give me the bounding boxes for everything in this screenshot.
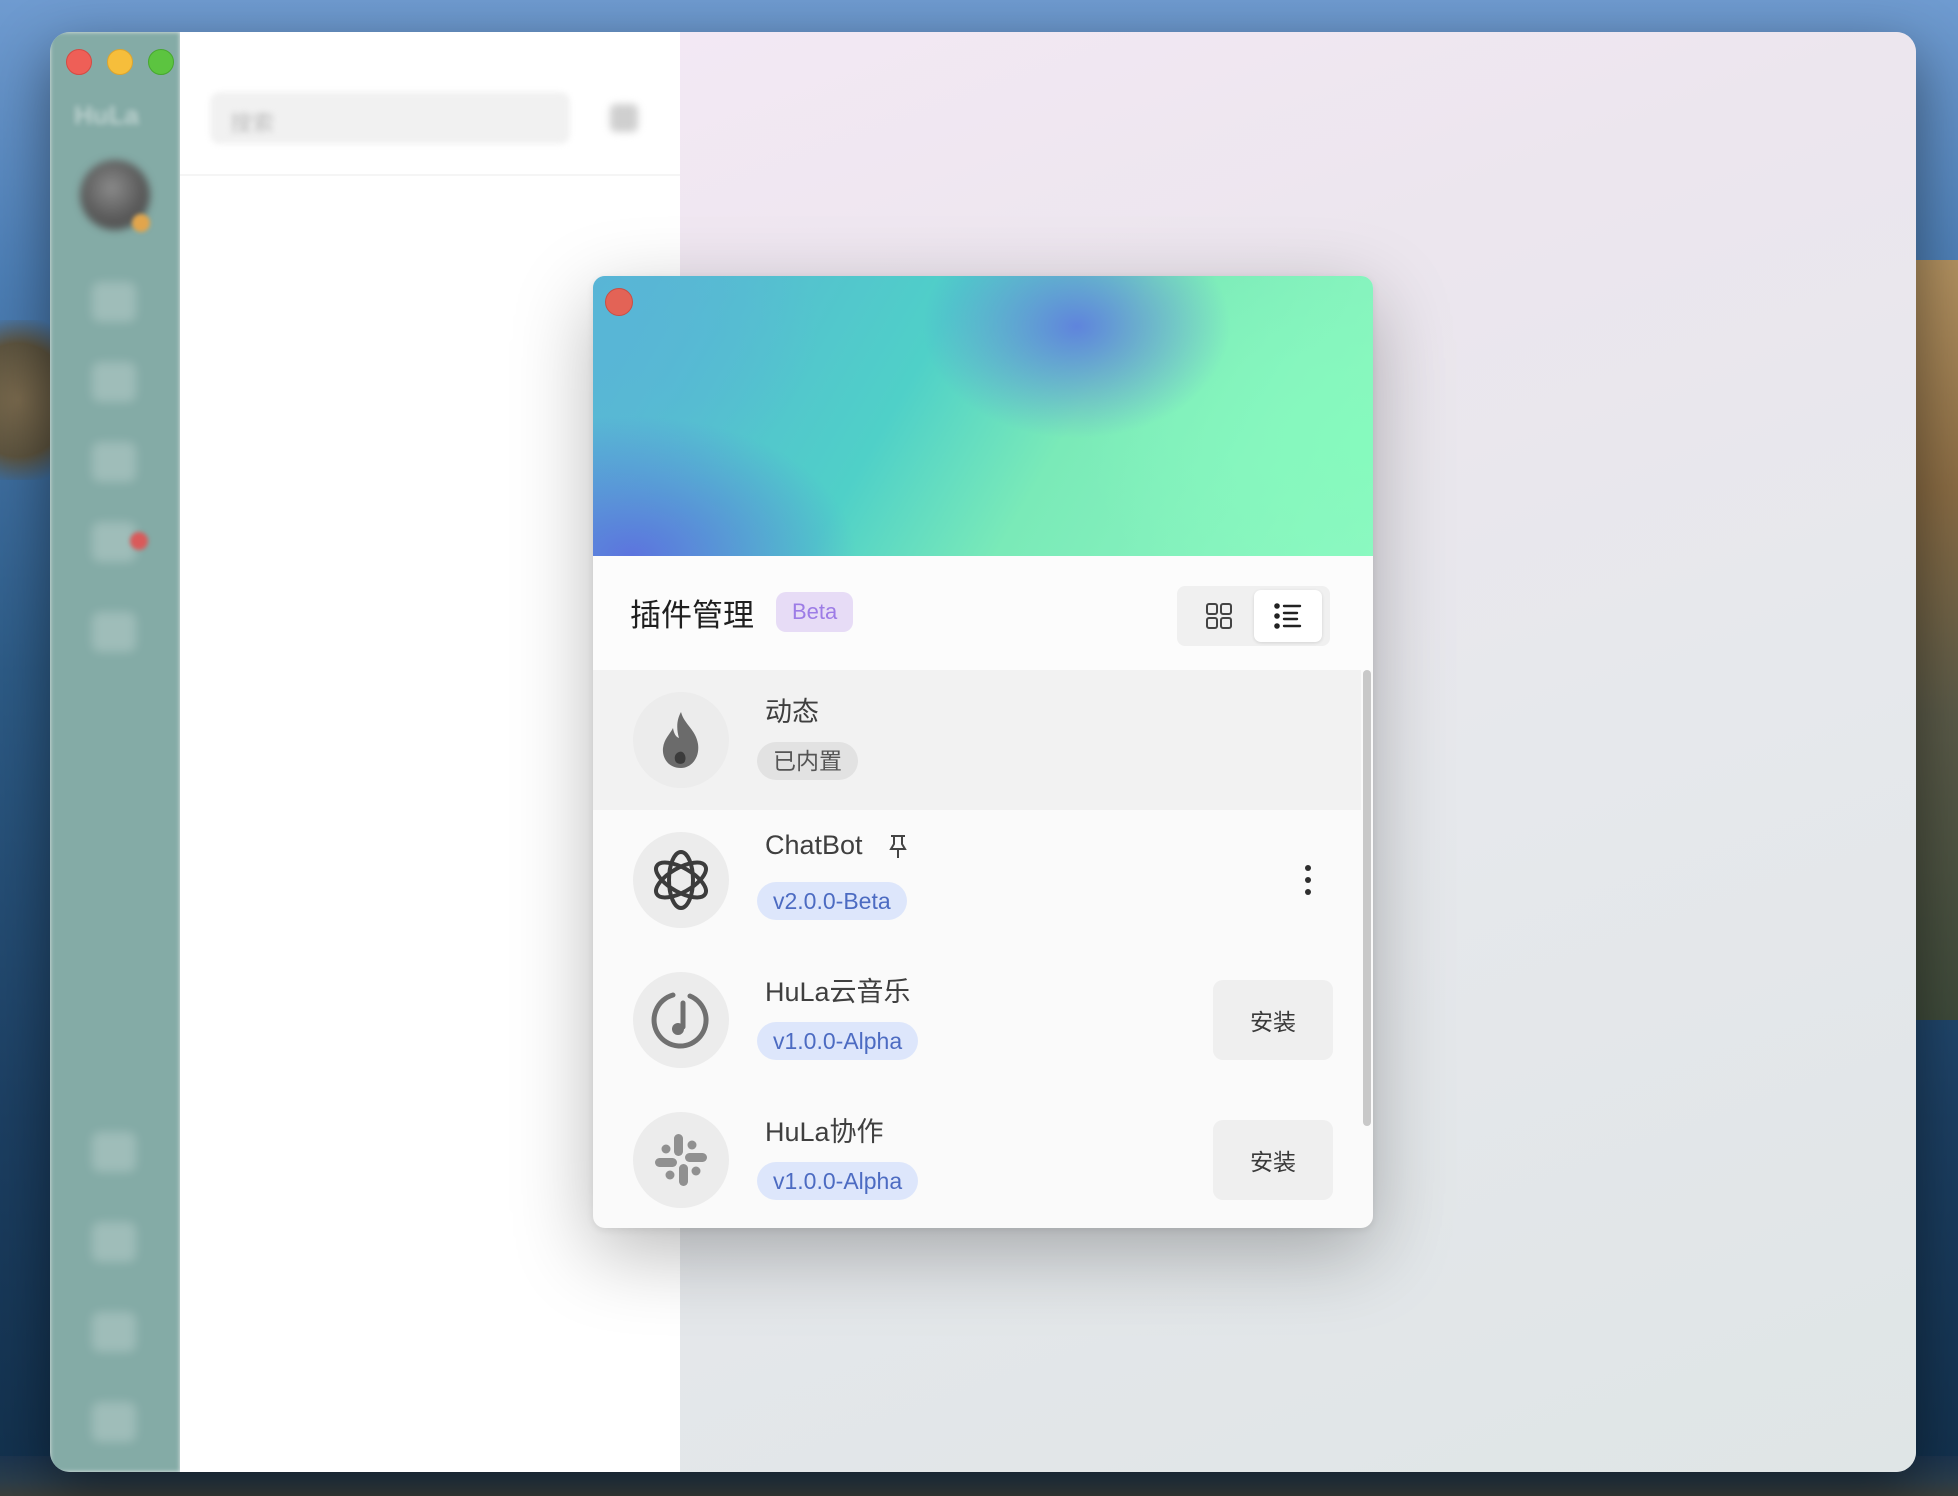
version-tag: v1.0.0-Alpha: [757, 1022, 919, 1060]
sidebar-item-contacts[interactable]: [92, 362, 136, 402]
install-button[interactable]: 安装: [1213, 980, 1333, 1060]
sidebar-app-name: HuLa: [74, 100, 139, 130]
version-tag: v1.0.0-Alpha: [757, 1162, 919, 1200]
modal-header: 插件管理 Beta: [593, 556, 1373, 670]
divider: [180, 174, 680, 176]
plugin-name: 动态: [765, 697, 819, 727]
sidebar-item-share[interactable]: [92, 1132, 136, 1172]
modal-banner: [593, 276, 1373, 556]
plugin-name: HuLa协作: [765, 1117, 884, 1147]
add-button[interactable]: [610, 104, 638, 132]
window-minimize-button[interactable]: [107, 49, 133, 75]
plugin-row-dynamic[interactable]: 动态 已内置: [593, 670, 1361, 810]
pin-icon: [889, 835, 907, 858]
sidebar-item-messages[interactable]: [92, 282, 136, 322]
plugin-name: ChatBot: [765, 830, 863, 860]
window-close-button[interactable]: [66, 49, 92, 75]
modal-title: 插件管理: [630, 598, 754, 633]
music-icon: [633, 972, 729, 1068]
notification-badge: [130, 532, 148, 550]
plugin-list: 动态 已内置 ChatBot v2.0.0-Beta HuLa云音乐 v1.0.…: [593, 670, 1373, 1228]
status-dot: [132, 214, 150, 232]
install-button[interactable]: 安装: [1213, 1120, 1333, 1200]
plugin-manager-modal: 插件管理 Beta 动态 已内置 ChatBot v2.0.0-Beta HuL…: [593, 276, 1373, 1228]
plugin-row-music[interactable]: HuLa云音乐 v1.0.0-Alpha 安装: [593, 950, 1361, 1090]
sidebar-item-mail[interactable]: [92, 1312, 136, 1352]
builtin-tag: 已内置: [757, 742, 858, 780]
window-controls: [66, 49, 174, 75]
sidebar-item-discover[interactable]: [92, 442, 136, 482]
search-placeholder: 搜索: [230, 111, 275, 136]
plugin-row-collab[interactable]: HuLa协作 v1.0.0-Alpha 安装: [593, 1090, 1361, 1228]
openai-icon: [633, 832, 729, 928]
sidebar-item-settings[interactable]: [92, 1402, 136, 1442]
view-mode-toggle: [1177, 586, 1330, 646]
version-tag: v2.0.0-Beta: [757, 882, 907, 920]
modal-close-button[interactable]: [605, 288, 633, 316]
more-options-icon[interactable]: [1293, 858, 1323, 902]
list-view-button[interactable]: [1254, 590, 1322, 642]
grid-view-button[interactable]: [1185, 590, 1253, 642]
slack-icon: [633, 1112, 729, 1208]
scrollbar[interactable]: [1363, 670, 1371, 1126]
sidebar-item-extra[interactable]: [92, 612, 136, 652]
list-icon: [1274, 603, 1302, 629]
grid-icon: [1206, 603, 1232, 629]
window-zoom-button[interactable]: [148, 49, 174, 75]
plugin-row-chatbot[interactable]: ChatBot v2.0.0-Beta: [593, 810, 1361, 950]
sidebar-item-files[interactable]: [92, 1222, 136, 1262]
beta-badge: Beta: [776, 592, 854, 632]
plugin-name: HuLa云音乐: [765, 977, 911, 1007]
flame-icon: [633, 692, 729, 788]
